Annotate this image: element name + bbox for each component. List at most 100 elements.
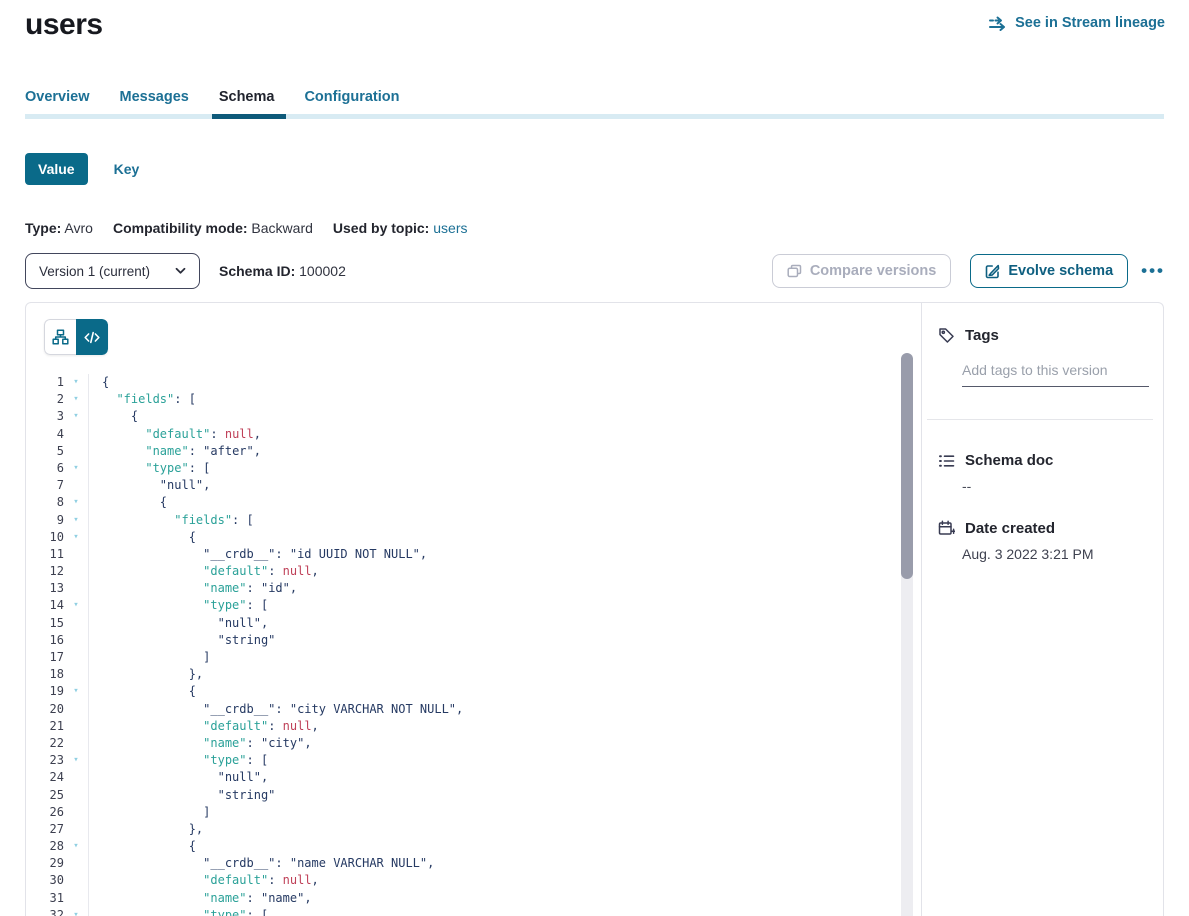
fold-toggle-icon[interactable]: ▾: [64, 391, 88, 408]
line-number: 25: [26, 787, 64, 804]
meta-item: Used by topic: users: [333, 220, 468, 236]
code-text: {: [88, 838, 901, 855]
line-number: 22: [26, 735, 64, 752]
code-text: },: [88, 666, 901, 683]
fold-spacer: [64, 649, 88, 666]
code-view-icon: [84, 331, 100, 344]
line-number: 4: [26, 426, 64, 443]
code-line: 32▾ "type": [: [26, 907, 901, 916]
code-text: "name": "name",: [88, 890, 901, 907]
tab-overview[interactable]: Overview: [25, 89, 90, 114]
code-line: 28▾ {: [26, 838, 901, 855]
code-text: "string": [88, 632, 901, 649]
line-number: 32: [26, 907, 64, 916]
line-number: 1: [26, 374, 64, 391]
fold-toggle-icon[interactable]: ▾: [64, 907, 88, 916]
chevron-down-icon: [175, 267, 186, 275]
fold-spacer: [64, 872, 88, 889]
meta-value: Backward: [248, 220, 313, 236]
code-scrollbar-thumb[interactable]: [901, 353, 913, 579]
code-text: "type": [: [88, 752, 901, 769]
tab-messages[interactable]: Messages: [120, 89, 189, 114]
meta-label: Type:: [25, 220, 61, 236]
date-created-section-header: Date created: [938, 520, 1055, 537]
tab-schema[interactable]: Schema: [219, 89, 275, 114]
fold-spacer: [64, 615, 88, 632]
schema-doc-value: --: [962, 478, 971, 494]
code-line: 24 "null",: [26, 769, 901, 786]
code-view-button[interactable]: [76, 319, 108, 355]
schema-sidebar: Tags Schema doc -- Date created: [921, 303, 1163, 916]
fold-toggle-icon[interactable]: ▾: [64, 460, 88, 477]
code-scrollbar-track[interactable]: [901, 353, 913, 916]
code-text: "type": [: [88, 597, 901, 614]
fold-spacer: [64, 718, 88, 735]
line-number: 12: [26, 563, 64, 580]
topic-link[interactable]: users: [429, 220, 467, 236]
code-line: 8▾ {: [26, 494, 901, 511]
code-line: 11 "__crdb__": "id UUID NOT NULL",: [26, 546, 901, 563]
fold-toggle-icon[interactable]: ▾: [64, 374, 88, 391]
fold-toggle-icon[interactable]: ▾: [64, 529, 88, 546]
sidebar-divider: [927, 419, 1153, 420]
code-line: 22 "name": "city",: [26, 735, 901, 752]
schema-meta-row: Type: Avro Compatibility mode: Backward Us…: [25, 220, 467, 236]
tree-view-button[interactable]: [44, 319, 76, 355]
tab-configuration[interactable]: Configuration: [304, 89, 399, 114]
value-key-toggle: Value Key: [25, 153, 139, 185]
code-line: 23▾ "type": [: [26, 752, 901, 769]
code-text: "null",: [88, 477, 901, 494]
fold-toggle-icon[interactable]: ▾: [64, 752, 88, 769]
fold-spacer: [64, 787, 88, 804]
date-created-title: Date created: [965, 520, 1055, 537]
fold-toggle-icon[interactable]: ▾: [64, 683, 88, 700]
line-number: 27: [26, 821, 64, 838]
fold-toggle-icon[interactable]: ▾: [64, 512, 88, 529]
line-number: 18: [26, 666, 64, 683]
line-number: 21: [26, 718, 64, 735]
code-line: 17 ]: [26, 649, 901, 666]
key-tab-button[interactable]: Key: [114, 161, 140, 177]
list-icon: [938, 453, 955, 469]
meta-item: Type: Avro: [25, 220, 93, 236]
code-text: {: [88, 374, 901, 391]
schema-id-value: 100002: [299, 263, 346, 279]
schema-code-editor[interactable]: 1▾{2▾ "fields": [3▾ {4 "default": null,5…: [26, 374, 901, 916]
code-line: 14▾ "type": [: [26, 597, 901, 614]
code-line: 10▾ {: [26, 529, 901, 546]
tags-section-header: Tags: [938, 327, 999, 344]
compare-versions-button[interactable]: Compare versions: [772, 254, 952, 288]
code-text: "__crdb__": "id UUID NOT NULL",: [88, 546, 901, 563]
code-line: 9▾ "fields": [: [26, 512, 901, 529]
tag-icon: [938, 327, 955, 344]
more-options-button[interactable]: •••: [1141, 254, 1165, 288]
version-select[interactable]: Version 1 (current): [25, 253, 200, 289]
value-tab-button[interactable]: Value: [25, 153, 88, 185]
code-line: 13 "name": "id",: [26, 580, 901, 597]
code-panel: 1▾{2▾ "fields": [3▾ {4 "default": null,5…: [26, 303, 921, 916]
add-tags-input[interactable]: [962, 360, 1149, 387]
fold-toggle-icon[interactable]: ▾: [64, 597, 88, 614]
stream-lineage-link[interactable]: See in Stream lineage: [989, 15, 1165, 31]
fold-spacer: [64, 890, 88, 907]
fold-toggle-icon[interactable]: ▾: [64, 838, 88, 855]
code-line: 15 "null",: [26, 615, 901, 632]
meta-item: Compatibility mode: Backward: [113, 220, 313, 236]
fold-spacer: [64, 855, 88, 872]
code-line: 7 "null",: [26, 477, 901, 494]
code-text: "default": null,: [88, 563, 901, 580]
code-line: 26 ]: [26, 804, 901, 821]
evolve-schema-button[interactable]: Evolve schema: [970, 254, 1128, 288]
fold-toggle-icon[interactable]: ▾: [64, 408, 88, 425]
tab-bar: Overview Messages Schema Configuration: [25, 89, 1164, 119]
schema-id-label: Schema ID:: [219, 263, 295, 279]
code-line: 4 "default": null,: [26, 426, 901, 443]
fold-spacer: [64, 546, 88, 563]
line-number: 5: [26, 443, 64, 460]
page-title: users: [25, 8, 103, 42]
schema-id: Schema ID: 100002: [219, 263, 346, 279]
line-number: 20: [26, 701, 64, 718]
code-text: ]: [88, 649, 901, 666]
fold-toggle-icon[interactable]: ▾: [64, 494, 88, 511]
code-text: "string": [88, 787, 901, 804]
